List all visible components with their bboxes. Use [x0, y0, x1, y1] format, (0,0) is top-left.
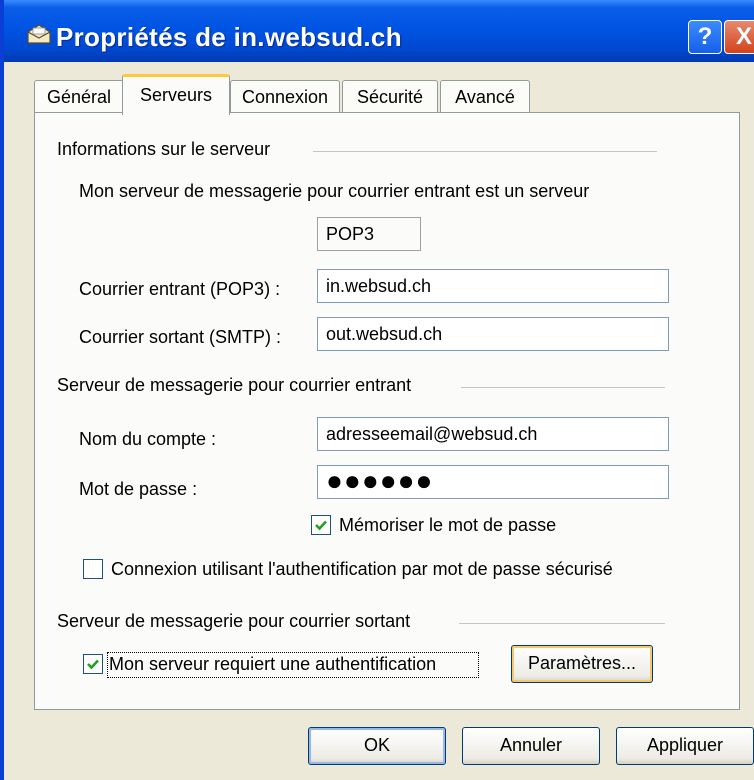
- server-info-heading: Informations sur le serveur: [57, 139, 271, 159]
- apply-button[interactable]: Appliquer: [616, 727, 754, 765]
- tab-connection[interactable]: Connexion: [230, 80, 340, 112]
- checkmark-icon: [87, 659, 99, 670]
- account-name-label: Nom du compte :: [79, 429, 217, 449]
- outgoing-section-heading: Serveur de messagerie pour courrier sort…: [57, 611, 411, 631]
- incoming-section-heading: Serveur de messagerie pour courrier entr…: [57, 375, 412, 395]
- incoming-server-input[interactable]: in.websud.ch: [317, 269, 669, 303]
- password-label: Mot de passe :: [79, 479, 198, 499]
- remember-password-checkbox[interactable]: [311, 515, 331, 535]
- checkmark-icon: [315, 520, 327, 531]
- ok-button[interactable]: OK: [308, 727, 446, 765]
- tab-security[interactable]: Sécurité: [342, 80, 438, 112]
- spa-checkbox[interactable]: [83, 559, 103, 579]
- settings-button[interactable]: Paramètres...: [511, 645, 653, 683]
- account-name-input[interactable]: adresseemail@websud.ch: [317, 417, 669, 451]
- incoming-server-label: Courrier entrant (POP3) :: [79, 279, 281, 299]
- remember-password-label[interactable]: Mémoriser le mot de passe: [339, 515, 556, 536]
- tab-servers[interactable]: Serveurs: [122, 74, 230, 115]
- password-input[interactable]: ●●●●●●: [317, 465, 669, 499]
- section-divider: [461, 387, 665, 388]
- servers-panel: Informations sur le serveur Mon serveur …: [34, 112, 740, 710]
- cancel-button[interactable]: Annuler: [462, 727, 600, 765]
- outgoing-server-input[interactable]: out.websud.ch: [317, 317, 669, 351]
- server-type-value: POP3: [317, 217, 421, 251]
- mail-account-icon: [26, 24, 52, 44]
- tab-advanced[interactable]: Avancé: [440, 80, 530, 112]
- outgoing-server-label: Courrier sortant (SMTP) :: [79, 327, 282, 347]
- spa-label[interactable]: Connexion utilisant l'authentification p…: [111, 559, 613, 580]
- properties-dialog: Propriétés de in.websud.ch ? X Général S…: [0, 0, 754, 780]
- server-type-description: Mon serveur de messagerie pour courrier …: [79, 181, 590, 201]
- help-button[interactable]: ?: [688, 20, 722, 54]
- require-auth-label[interactable]: Mon serveur requiert une authentificatio…: [109, 654, 436, 675]
- close-button[interactable]: X: [724, 20, 754, 54]
- section-divider: [313, 151, 657, 152]
- require-auth-checkbox[interactable]: [83, 654, 103, 674]
- window-title: Propriétés de in.websud.ch: [56, 22, 402, 52]
- section-divider: [459, 623, 665, 624]
- title-bar[interactable]: Propriétés de in.websud.ch ? X: [4, 0, 754, 62]
- tab-general[interactable]: Général: [34, 80, 124, 112]
